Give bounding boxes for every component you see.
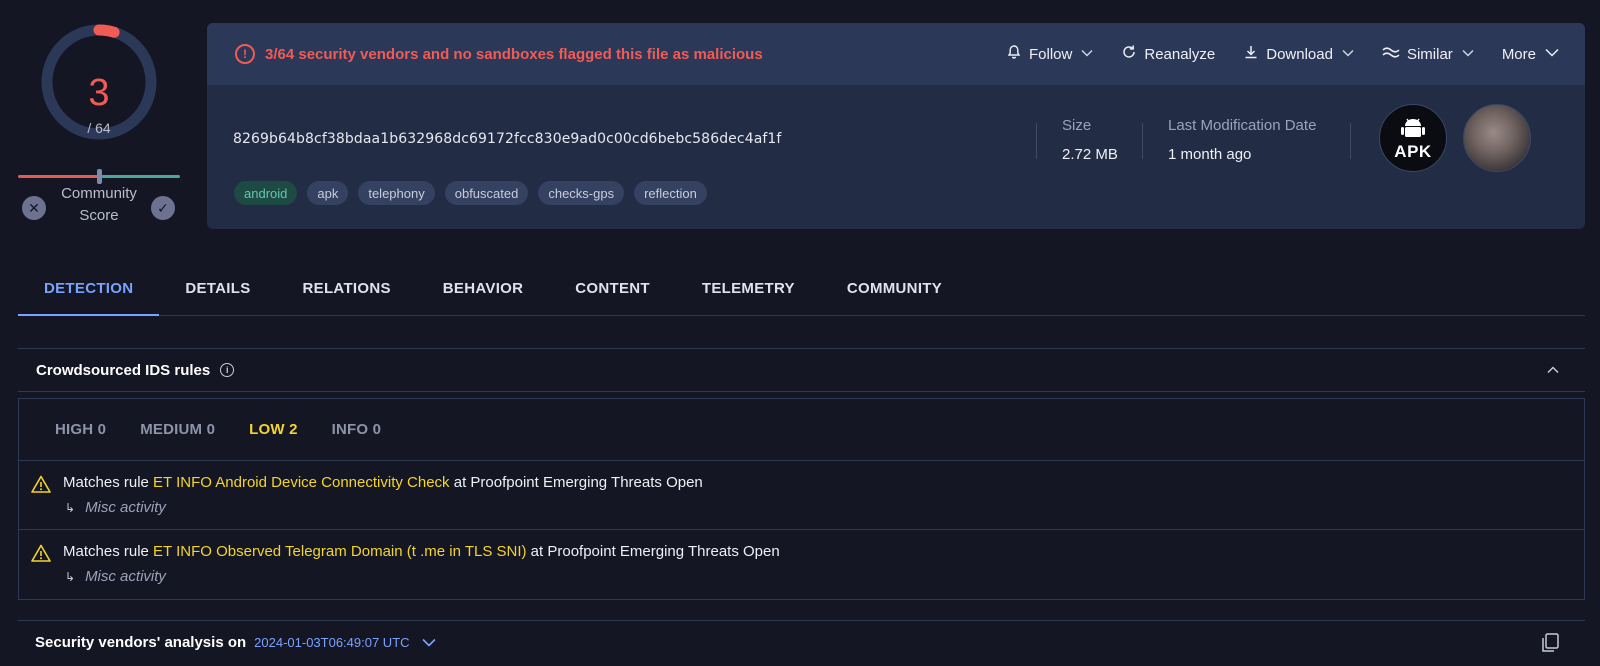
similar-button[interactable]: Similar <box>1382 45 1474 63</box>
rule-link[interactable]: ET INFO Android Device Connectivity Chec… <box>153 474 450 491</box>
alert-icon: ! <box>235 44 255 64</box>
tab-community[interactable]: COMMUNITY <box>821 262 968 315</box>
report-tabs: DETECTION DETAILS RELATIONS BEHAVIOR CON… <box>18 262 1585 316</box>
apk-file-type-icon: APK <box>1379 104 1447 172</box>
community-score-marker <box>97 169 102 184</box>
copy-icon[interactable] <box>1541 633 1559 653</box>
rule-prefix: Matches rule <box>63 543 154 560</box>
refresh-icon <box>1121 44 1137 64</box>
chevron-up-icon[interactable] <box>1547 363 1559 377</box>
severity-medium[interactable]: MEDIUM 0 <box>140 421 215 438</box>
detection-total: / 64 <box>87 120 111 136</box>
warning-icon <box>31 475 51 493</box>
file-size: Size 2.72 MB <box>1062 117 1118 163</box>
chevron-down-icon <box>1545 48 1559 60</box>
ids-rule-row: Matches rule ET INFO Android Device Conn… <box>19 461 1584 530</box>
rule-description: Matches rule ET INFO Observed Telegram D… <box>63 543 780 560</box>
rule-description: Matches rule ET INFO Android Device Conn… <box>63 474 703 491</box>
follow-button[interactable]: Follow <box>1006 44 1093 64</box>
sub-arrow-icon: ↳ <box>65 501 76 515</box>
tab-telemetry[interactable]: TELEMETRY <box>676 262 821 315</box>
tab-behavior[interactable]: BEHAVIOR <box>417 262 549 315</box>
more-button[interactable]: More <box>1502 46 1559 63</box>
divider <box>1142 123 1143 159</box>
file-size-value: 2.72 MB <box>1062 146 1118 163</box>
bell-icon <box>1006 44 1022 64</box>
download-label: Download <box>1266 45 1333 63</box>
file-type-label: APK <box>1394 141 1432 161</box>
rule-source: at Proofpoint Emerging Threats Open <box>526 543 780 560</box>
sub-arrow-icon: ↳ <box>65 570 76 584</box>
file-tags: android apk telephony obfuscated checks-… <box>234 181 707 205</box>
tab-relations[interactable]: RELATIONS <box>277 262 417 315</box>
android-icon <box>1400 116 1426 143</box>
tab-content[interactable]: CONTENT <box>549 262 676 315</box>
file-thumbnail <box>1463 104 1531 172</box>
vendors-analysis-header[interactable]: Security vendors' analysis on 2024-01-03… <box>18 620 1585 664</box>
severity-filter: HIGH 0 MEDIUM 0 LOW 2 INFO 0 <box>19 399 1584 461</box>
rule-prefix: Matches rule <box>63 474 154 491</box>
warning-icon <box>31 544 51 562</box>
vendors-analysis-title: Security vendors' analysis on <box>35 634 247 651</box>
chevron-down-icon <box>1462 48 1474 60</box>
action-toolbar: Follow Reanalyze Download Similar More <box>1006 23 1559 85</box>
chevron-down-icon[interactable] <box>421 636 436 650</box>
download-icon <box>1243 44 1259 64</box>
similar-icon <box>1382 45 1400 63</box>
tag-apk[interactable]: apk <box>307 181 349 205</box>
rule-source: at Proofpoint Emerging Threats Open <box>449 474 703 491</box>
rule-category-label: Misc activity <box>85 499 166 516</box>
tag-obfuscated[interactable]: obfuscated <box>444 181 529 205</box>
tab-details[interactable]: DETAILS <box>159 262 276 315</box>
file-size-label: Size <box>1062 117 1092 134</box>
ids-rule-row: Matches rule ET INFO Observed Telegram D… <box>19 530 1584 599</box>
detection-alert: ! 3/64 security vendors and no sandboxes… <box>235 44 763 64</box>
severity-high[interactable]: HIGH 0 <box>55 421 106 438</box>
tab-detection[interactable]: DETECTION <box>18 262 160 316</box>
tag-android[interactable]: android <box>234 181 298 205</box>
ids-rules-panel: HIGH 0 MEDIUM 0 LOW 2 INFO 0 Matches rul… <box>18 398 1585 600</box>
rule-category: ↳ Misc activity <box>65 499 166 516</box>
file-hash[interactable]: 8269b64b8cf38bdaa1b632968dc69172fcc830e9… <box>233 131 781 147</box>
detection-score-widget: 3 / 64 ✕ Community Score ✓ <box>18 20 180 230</box>
last-modification: Last Modification Date 1 month ago <box>1168 117 1316 163</box>
vote-harmless-button[interactable]: ✓ <box>151 196 175 220</box>
reanalyze-label: Reanalyze <box>1144 45 1216 63</box>
divider <box>1036 123 1037 159</box>
ids-rules-header[interactable]: Crowdsourced IDS rules i <box>18 348 1585 392</box>
rule-category: ↳ Misc activity <box>65 568 166 585</box>
divider <box>1350 123 1351 159</box>
rule-link[interactable]: ET INFO Observed Telegram Domain (t .me … <box>153 543 526 560</box>
tag-checks-gps[interactable]: checks-gps <box>538 181 625 205</box>
reanalyze-button[interactable]: Reanalyze <box>1121 44 1215 64</box>
tag-reflection[interactable]: reflection <box>634 181 707 205</box>
follow-label: Follow <box>1029 45 1073 63</box>
analysis-date: 2024-01-03T06:49:07 UTC <box>254 635 410 650</box>
detection-count: 3 <box>88 72 110 114</box>
last-modification-label: Last Modification Date <box>1168 117 1317 134</box>
severity-low[interactable]: LOW 2 <box>249 421 298 438</box>
last-modification-value: 1 month ago <box>1168 146 1252 163</box>
more-label: More <box>1501 45 1536 63</box>
alert-text: 3/64 security vendors and no sandboxes f… <box>265 45 763 63</box>
tag-telephony[interactable]: telephony <box>358 181 435 205</box>
rule-category-label: Misc activity <box>85 568 166 585</box>
similar-label: Similar <box>1406 45 1453 63</box>
severity-info[interactable]: INFO 0 <box>332 421 382 438</box>
chevron-down-icon <box>1081 48 1093 60</box>
chevron-down-icon <box>1342 48 1354 60</box>
card-header-bar: ! 3/64 security vendors and no sandboxes… <box>207 23 1585 85</box>
community-score-label: Community Score <box>61 185 137 224</box>
file-summary-card: ! 3/64 security vendors and no sandboxes… <box>207 23 1585 229</box>
ids-rules-title: Crowdsourced IDS rules <box>36 361 211 379</box>
info-icon[interactable]: i <box>220 363 235 377</box>
download-button[interactable]: Download <box>1243 44 1354 64</box>
